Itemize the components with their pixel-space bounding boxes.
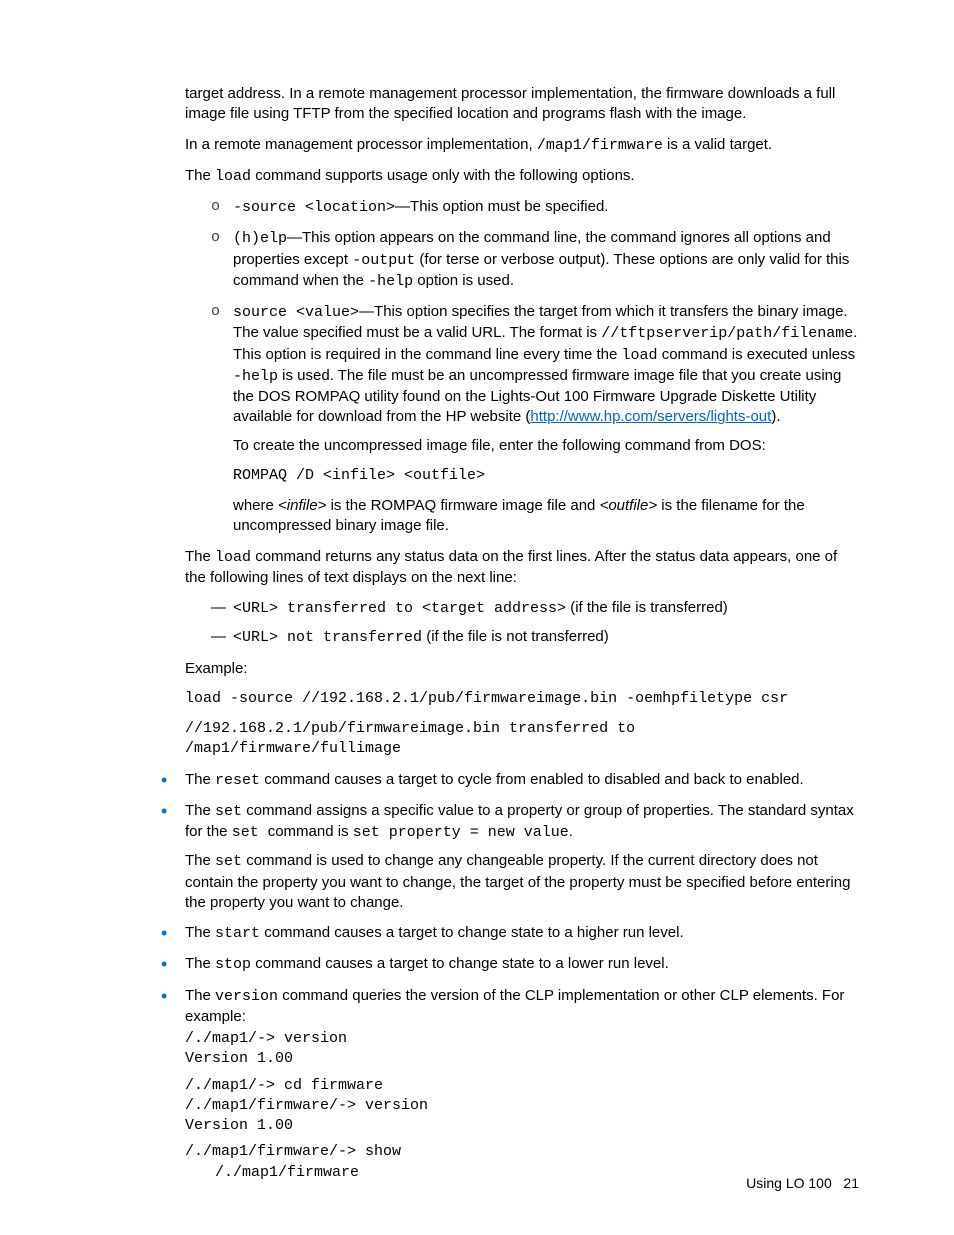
paragraph-intro-1: target address. In a remote management p… bbox=[185, 84, 859, 125]
version-example-line-3: /./map1/-> cd firmware bbox=[185, 1076, 859, 1096]
text: The bbox=[185, 924, 215, 941]
text: (if the file is not transferred) bbox=[422, 628, 609, 645]
code: (h)elp bbox=[233, 230, 287, 247]
text: command causes a target to change state … bbox=[251, 955, 669, 972]
bullet-stop: The stop command causes a target to chan… bbox=[95, 954, 859, 975]
code: set bbox=[215, 803, 242, 820]
sub-paragraph-infile-outfile: where <infile> is the ROMPAQ firmware im… bbox=[233, 496, 859, 537]
code: reset bbox=[215, 772, 260, 789]
document-page: target address. In a remote management p… bbox=[0, 0, 954, 1235]
italic: <infile> bbox=[278, 497, 326, 514]
italic: <outfile> bbox=[600, 497, 658, 514]
code: start bbox=[215, 925, 260, 942]
example-label: Example: bbox=[185, 659, 859, 679]
text: In a remote management processor impleme… bbox=[185, 136, 537, 153]
code: /map1/firmware bbox=[537, 137, 663, 154]
code: <URL> not transferred bbox=[233, 629, 422, 646]
bullet-set: The set command assigns a specific value… bbox=[95, 801, 859, 913]
code: set bbox=[232, 824, 268, 841]
bullet-start: The start command causes a target to cha… bbox=[95, 923, 859, 944]
code-line-rompaq: ROMPAQ /D <infile> <outfile> bbox=[233, 466, 859, 486]
text: command is executed unless bbox=[658, 346, 856, 363]
paragraph-load-status: The load command returns any status data… bbox=[185, 547, 859, 589]
sub-paragraph-set-usage: The set command is used to change any ch… bbox=[185, 851, 859, 913]
hp-website-link[interactable]: http://www.hp.com/servers/lights-out bbox=[530, 408, 771, 425]
code: stop bbox=[215, 956, 251, 973]
text: The bbox=[185, 548, 215, 565]
text: The bbox=[185, 771, 215, 788]
code: -output bbox=[352, 252, 415, 269]
footer-page-number: 21 bbox=[843, 1175, 859, 1191]
text: command supports usage only with the fol… bbox=[251, 167, 635, 184]
text: The bbox=[185, 852, 215, 869]
code: source <value> bbox=[233, 304, 359, 321]
bullet-version: The version command queries the version … bbox=[95, 986, 859, 1183]
example-line-1: load -source //192.168.2.1/pub/firmwarei… bbox=[185, 689, 859, 709]
code: -source <location> bbox=[233, 199, 395, 216]
command-bullet-list: The reset command causes a target to cyc… bbox=[95, 770, 859, 1183]
status-line-transferred: <URL> transferred to <target address> (i… bbox=[95, 598, 859, 619]
status-line-list: <URL> transferred to <target address> (i… bbox=[95, 598, 859, 649]
text: command returns any status data on the f… bbox=[185, 548, 837, 586]
sub-paragraph-dos-cmd: To create the uncompressed image file, e… bbox=[233, 436, 859, 456]
text: command causes a target to change state … bbox=[260, 924, 684, 941]
text: command queries the version of the CLP i… bbox=[185, 987, 844, 1025]
code: load bbox=[622, 347, 658, 364]
text: The bbox=[185, 987, 215, 1004]
page-footer: Using LO 100 21 bbox=[746, 1174, 859, 1193]
text: command causes a target to cycle from en… bbox=[260, 771, 804, 788]
text: The bbox=[185, 167, 215, 184]
text: (if the file is transferred) bbox=[566, 599, 728, 616]
text: option is used. bbox=[413, 272, 514, 289]
code: <URL> transferred to <target address> bbox=[233, 600, 566, 617]
option-list: -source <location>—This option must be s… bbox=[95, 197, 859, 537]
paragraph-intro-3: The load command supports usage only wit… bbox=[185, 166, 859, 187]
code: load bbox=[215, 168, 251, 185]
text: . bbox=[569, 823, 573, 840]
text: The bbox=[185, 955, 215, 972]
text: command is bbox=[268, 823, 353, 840]
text: command is used to change any changeable… bbox=[185, 852, 850, 911]
text: is the ROMPAQ firmware image file and bbox=[326, 497, 599, 514]
text: is a valid target. bbox=[663, 136, 772, 153]
option-item-help: (h)elp—This option appears on the comman… bbox=[95, 228, 859, 292]
option-item-source-value: source <value>—This option specifies the… bbox=[95, 302, 859, 537]
status-line-not-transferred: <URL> not transferred (if the file is no… bbox=[95, 627, 859, 648]
version-example-line-1: /./map1/-> version bbox=[185, 1029, 859, 1049]
option-item-source: -source <location>—This option must be s… bbox=[95, 197, 859, 218]
text: ). bbox=[771, 408, 780, 425]
paragraph-intro-2: In a remote management processor impleme… bbox=[185, 135, 859, 156]
version-example-line-2: Version 1.00 bbox=[185, 1049, 859, 1069]
code: -help bbox=[233, 368, 278, 385]
footer-section-title: Using LO 100 bbox=[746, 1175, 832, 1191]
code: //tftpserverip/path/filename bbox=[601, 325, 853, 342]
text: where bbox=[233, 497, 278, 514]
bullet-reset: The reset command causes a target to cyc… bbox=[95, 770, 859, 791]
code: version bbox=[215, 988, 278, 1005]
version-example-line-4: /./map1/firmware/-> version bbox=[185, 1096, 859, 1116]
text: —This option must be specified. bbox=[395, 198, 608, 215]
code: set property = new value bbox=[353, 824, 569, 841]
code: set bbox=[215, 853, 242, 870]
version-example-line-5: Version 1.00 bbox=[185, 1116, 859, 1136]
text: The bbox=[185, 802, 215, 819]
code: load bbox=[215, 549, 251, 566]
code: -help bbox=[368, 273, 413, 290]
version-example-line-6: /./map1/firmware/-> show bbox=[185, 1142, 859, 1162]
example-line-2: //192.168.2.1/pub/firmwareimage.bin tran… bbox=[185, 719, 859, 760]
